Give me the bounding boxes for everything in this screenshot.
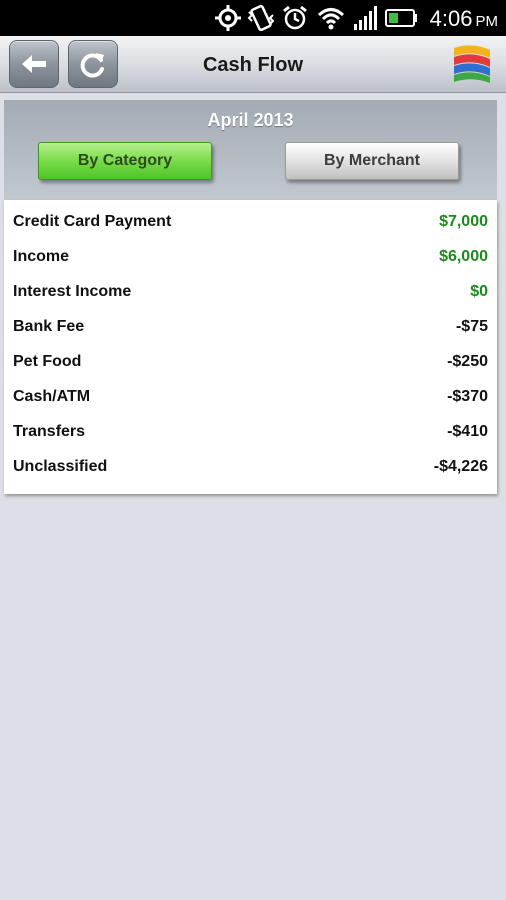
title-bar: Cash Flow (0, 36, 506, 93)
category-name: Pet Food (13, 353, 82, 370)
category-amount: -$250 (447, 353, 488, 370)
category-name: Income (13, 248, 70, 265)
category-name: Credit Card Payment (13, 213, 172, 230)
category-name: Interest Income (13, 283, 132, 300)
signal-icon (354, 6, 377, 30)
category-amount: -$4,226 (433, 458, 488, 475)
category-name: Transfers (13, 423, 86, 440)
wifi-icon (317, 8, 345, 30)
category-name: Unclassified (13, 458, 108, 475)
category-amount: -$75 (455, 318, 488, 335)
category-amount: -$370 (447, 388, 488, 405)
list-item[interactable]: Income $6,000 (4, 241, 497, 276)
list-item[interactable]: Cash/ATM -$370 (4, 381, 497, 416)
tab-by-merchant[interactable]: By Merchant (285, 142, 459, 180)
category-amount: $0 (470, 283, 488, 300)
list-item[interactable]: Unclassified -$4,226 (4, 451, 497, 486)
gps-icon (215, 5, 241, 31)
list-item[interactable]: Pet Food -$250 (4, 346, 497, 381)
period-label: April 2013 (207, 110, 294, 130)
category-amount: $7,000 (439, 213, 488, 230)
alarm-icon (283, 5, 307, 30)
app-logo-icon (454, 45, 490, 83)
cash-flow-list: Credit Card Payment $7,000 Income $6,000… (4, 200, 497, 494)
status-ampm: PM (475, 13, 499, 30)
category-name: Bank Fee (13, 318, 85, 335)
list-item[interactable]: Interest Income $0 (4, 276, 497, 311)
tab-by-category[interactable]: By Category (38, 142, 212, 180)
list-item[interactable]: Bank Fee -$75 (4, 311, 497, 346)
category-amount: -$410 (447, 423, 488, 440)
category-amount: $6,000 (439, 248, 488, 265)
battery-icon (385, 9, 417, 27)
list-item[interactable]: Transfers -$410 (4, 416, 497, 451)
status-time: 4:06 PM (429, 6, 499, 31)
vibrate-icon (247, 4, 275, 32)
page-title: Cash Flow (202, 54, 303, 76)
status-bar: 4:06 PM (0, 0, 506, 36)
category-name: Cash/ATM (13, 388, 91, 405)
period-panel: April 2013 By Category By Merchant (4, 100, 497, 200)
list-item[interactable]: Credit Card Payment $7,000 (4, 206, 497, 241)
